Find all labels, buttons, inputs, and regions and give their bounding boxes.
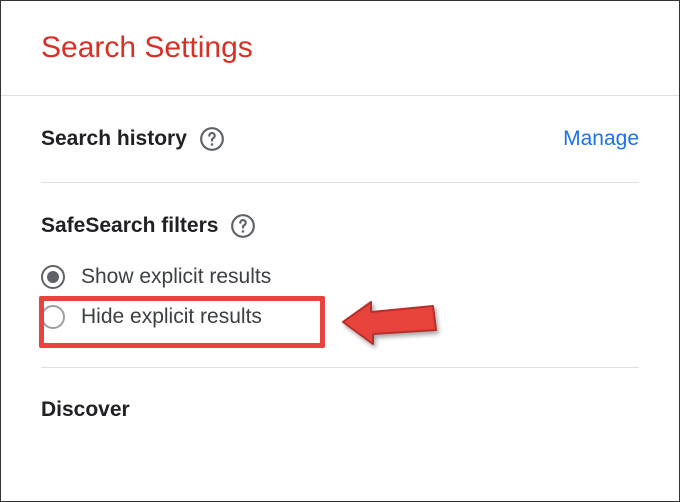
settings-content: Search history Manage SafeSearch filters [1, 96, 679, 440]
radio-button-selected [41, 265, 65, 289]
help-icon[interactable] [199, 126, 225, 152]
radio-button-unselected [41, 305, 65, 329]
radio-dot [47, 271, 59, 283]
safesearch-text: SafeSearch filters [41, 214, 218, 238]
radio-show-explicit[interactable]: Show explicit results [41, 257, 639, 297]
discover-section: Discover [41, 368, 639, 440]
radio-show-explicit-label: Show explicit results [81, 265, 271, 289]
help-icon[interactable] [230, 213, 256, 239]
search-history-text: Search history [41, 127, 187, 151]
manage-link[interactable]: Manage [563, 127, 639, 151]
discover-label: Discover [41, 398, 130, 422]
discover-text: Discover [41, 398, 130, 422]
safesearch-header: SafeSearch filters [41, 183, 639, 257]
search-history-label: Search history [41, 126, 225, 152]
safesearch-options: Show explicit results Hide explicit resu… [41, 257, 639, 337]
page-title: Search Settings [41, 31, 639, 65]
radio-hide-explicit[interactable]: Hide explicit results [41, 297, 639, 337]
safesearch-section: SafeSearch filters Show explicit results [41, 183, 639, 368]
page-header: Search Settings [1, 1, 679, 96]
safesearch-label: SafeSearch filters [41, 213, 256, 239]
radio-hide-explicit-label: Hide explicit results [81, 305, 262, 329]
search-history-section: Search history Manage [41, 96, 639, 183]
